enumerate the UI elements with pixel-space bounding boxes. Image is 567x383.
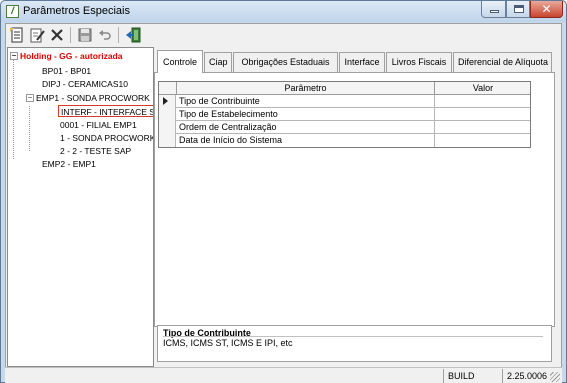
collapse-icon[interactable]: − (10, 52, 18, 60)
new-document-button[interactable] (8, 26, 26, 44)
tree-root[interactable]: − Holding - GG - autorizada (10, 50, 122, 62)
tree-item-label: 2 - 2 - TESTE SAP (60, 146, 132, 156)
table-row[interactable]: Tipo de Estabelecimento (159, 108, 530, 121)
tree-item-label: INTERF - INTERFACE SAP (61, 107, 153, 117)
table-row[interactable]: Tipo de Contribuinte (159, 95, 530, 108)
cell-valor[interactable] (435, 121, 531, 134)
new-document-icon (10, 27, 23, 43)
app-icon: / (6, 5, 19, 18)
resize-grip-icon[interactable] (550, 372, 560, 382)
tree-root-label: Holding - GG - autorizada (20, 51, 123, 61)
tree-item-label: EMP1 - SONDA PROCWORK (36, 93, 150, 103)
main-window: / Parâmetros Especiais ✕ − Holding - GG … (0, 0, 567, 383)
tab-ciap[interactable]: Ciap (204, 52, 232, 72)
cell-parametro[interactable]: Tipo de Contribuinte (177, 95, 435, 108)
exit-button[interactable] (124, 26, 142, 44)
undo-icon (99, 30, 111, 40)
tree-line (13, 59, 14, 159)
delete-button[interactable] (48, 26, 66, 44)
save-button[interactable] (76, 26, 94, 44)
tree-item-label: BP01 - BP01 (42, 66, 92, 76)
client-area: − Holding - GG - autorizada BP01 - BP01 D… (5, 23, 562, 379)
edit-icon (30, 28, 45, 43)
tree-item-2[interactable]: 2 - 2 - TESTE SAP (60, 145, 131, 157)
row-indicator (159, 95, 176, 108)
minimize-button[interactable] (481, 1, 506, 18)
build-label: BUILD (443, 369, 501, 383)
cell-parametro[interactable]: Ordem de Centralização (177, 121, 435, 134)
tree-item-0001[interactable]: 0001 - FILIAL EMP1 (60, 119, 137, 131)
status-bar: BUILD 2.25.0006 (5, 367, 562, 383)
maximize-icon (514, 5, 524, 13)
grid-corner (159, 82, 177, 95)
tab-controle[interactable]: Controle (157, 50, 203, 73)
window-title: Parâmetros Especiais (23, 5, 130, 17)
row-indicator (159, 121, 176, 134)
tree-item-label: DIPJ - CERAMICAS10 (42, 79, 128, 89)
tab-interface[interactable]: Interface (339, 52, 385, 72)
tree-item-bp01[interactable]: BP01 - BP01 (42, 65, 91, 77)
tab-obrigacoes-estaduais[interactable]: Obrigações Estaduais (233, 52, 338, 72)
company-tree[interactable]: − Holding - GG - autorizada BP01 - BP01 D… (7, 47, 154, 367)
column-header-parametro[interactable]: Parâmetro (177, 82, 435, 95)
minimize-icon (490, 10, 499, 13)
collapse-icon[interactable]: − (26, 94, 34, 102)
table-row[interactable]: Ordem de Centralização (159, 121, 530, 134)
cell-parametro[interactable]: Data de Início do Sistema (177, 134, 435, 147)
tab-panel-controle: Parâmetro Valor Tipo de Contribuinte Tip… (154, 72, 555, 327)
cell-valor[interactable] (435, 108, 531, 121)
tree-item-label: 0001 - FILIAL EMP1 (60, 120, 137, 130)
tree-line (29, 106, 30, 151)
tree-item-1[interactable]: 1 - SONDA PROCWORK (60, 132, 154, 144)
tree-item-label: 1 - SONDA PROCWORK (60, 133, 154, 143)
title-bar[interactable]: / Parâmetros Especiais ✕ (1, 1, 566, 22)
tree-item-dipj[interactable]: DIPJ - CERAMICAS10 (42, 78, 128, 90)
toolbar-separator (70, 27, 71, 43)
undo-button[interactable] (96, 26, 114, 44)
parameter-description-panel: Tipo de Contribuinte ICMS, ICMS ST, ICMS… (157, 325, 552, 362)
tab-diferencial-de-aliquota[interactable]: Diferencial de Alíquota (453, 52, 552, 72)
toolbar (6, 24, 561, 46)
maximize-button[interactable] (506, 1, 530, 18)
tab-livros-fiscais[interactable]: Livros Fiscais (386, 52, 452, 72)
description-divider (163, 336, 543, 337)
save-icon (78, 28, 92, 42)
edit-button[interactable] (28, 26, 46, 44)
description-text: ICMS, ICMS ST, ICMS E IPI, etc (163, 338, 293, 348)
tree-item-emp1[interactable]: − EMP1 - SONDA PROCWORK (26, 92, 150, 104)
row-indicator (159, 134, 176, 147)
cell-parametro[interactable]: Tipo de Estabelecimento (177, 108, 435, 121)
table-row[interactable]: Data de Início do Sistema (159, 134, 530, 147)
tab-strip: Controle Ciap Obrigações Estaduais Inter… (157, 50, 552, 73)
current-row-arrow-icon (163, 97, 168, 105)
tree-item-interf-selected[interactable]: INTERF - INTERFACE SAP (58, 105, 153, 117)
close-icon: ✕ (541, 2, 552, 16)
delete-icon (51, 29, 63, 41)
tree-item-emp2[interactable]: EMP2 - EMP1 (42, 158, 96, 170)
toolbar-separator (118, 27, 119, 43)
grid-header: Parâmetro Valor (159, 82, 530, 95)
cell-valor[interactable] (435, 134, 531, 147)
parameters-grid[interactable]: Parâmetro Valor Tipo de Contribuinte Tip… (158, 81, 531, 148)
cell-valor[interactable] (435, 95, 531, 108)
exit-icon (126, 27, 141, 43)
row-indicator (159, 108, 176, 121)
column-header-valor[interactable]: Valor (435, 82, 531, 95)
tree-item-label: EMP2 - EMP1 (42, 159, 96, 169)
close-button[interactable]: ✕ (530, 1, 563, 18)
